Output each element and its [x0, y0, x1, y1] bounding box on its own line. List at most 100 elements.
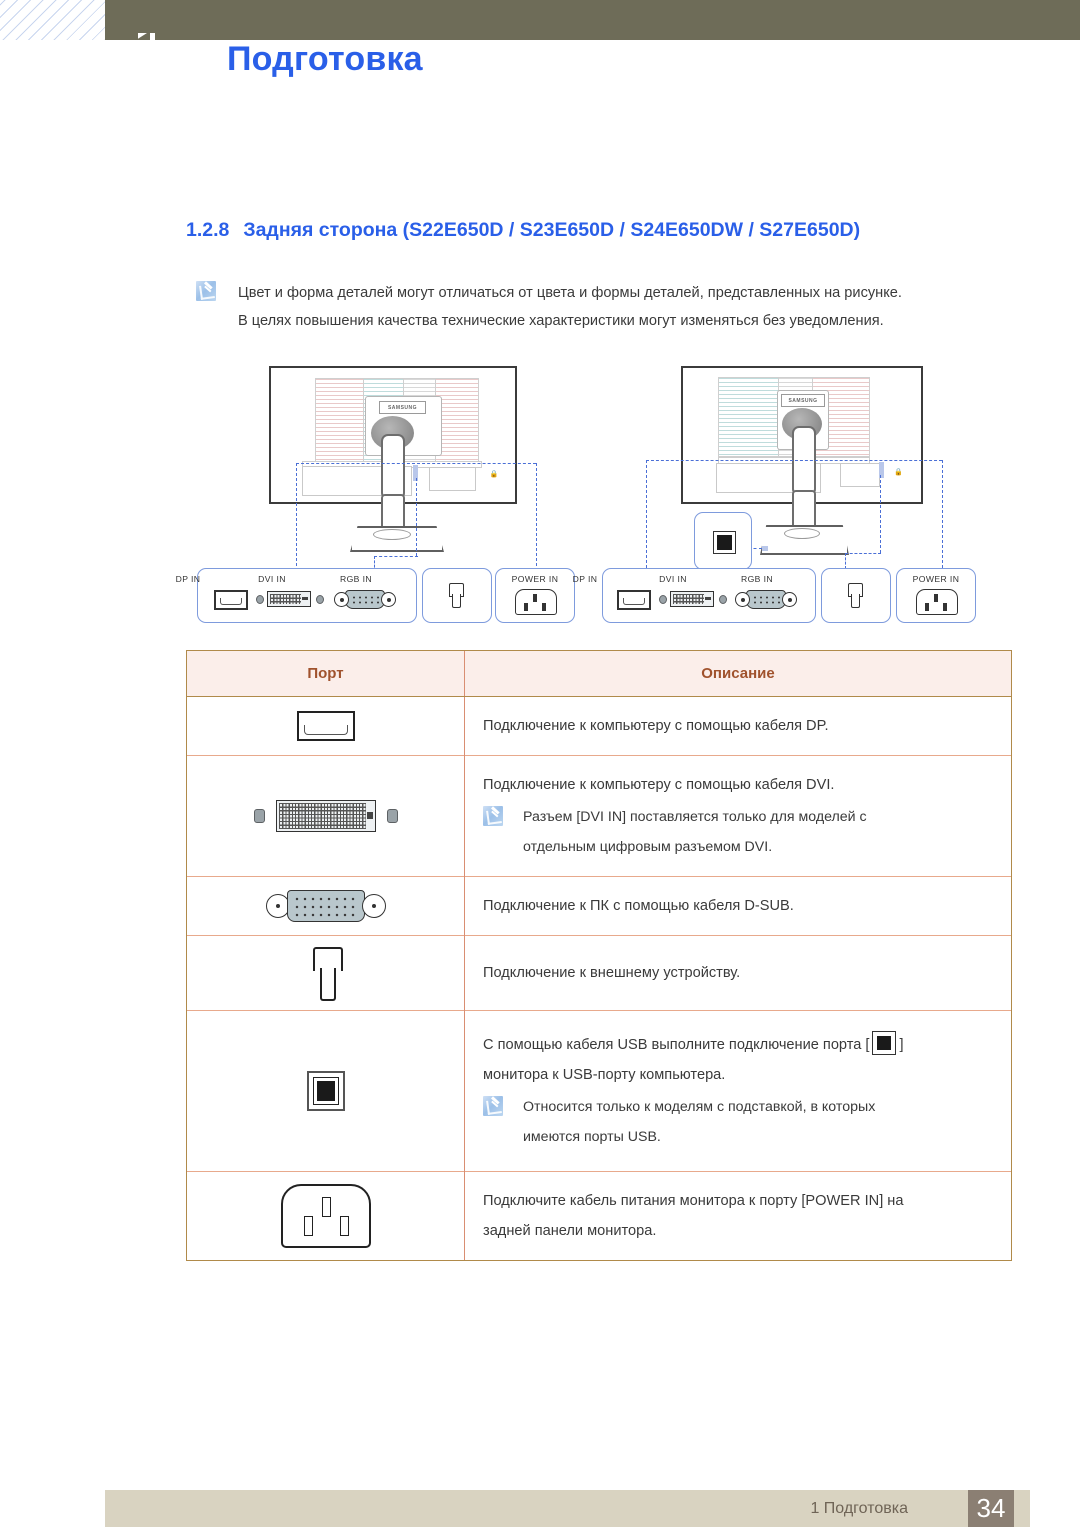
- note-icon: [196, 281, 216, 301]
- row-note-line-2: отдельным цифровым разъемом DVI.: [523, 839, 773, 855]
- vent-r-left: [718, 377, 780, 457]
- row-text-line2: задней панели монитора.: [483, 1223, 657, 1239]
- header-bar: [105, 0, 1080, 33]
- row-note: Относится только к моделям с подставкой,…: [483, 1092, 993, 1152]
- leader-line-headphone-horizontal: [374, 556, 418, 557]
- usb-connector-icon: [713, 531, 736, 554]
- port-icon-cell: [187, 1171, 465, 1260]
- header-bar-lower-left: [105, 33, 138, 40]
- vga-ear-left-icon: [334, 592, 349, 607]
- intro-note-lines: Цвет и форма деталей могут отличаться от…: [238, 279, 902, 335]
- power-in-port-icon: [187, 1173, 464, 1259]
- leader-line-right-headphone-vertical: [880, 475, 881, 553]
- callout-power-right: POWER IN: [896, 568, 976, 623]
- section-heading: 1.2.8 Задняя сторона (S22E650D / S23E650D…: [186, 219, 860, 242]
- header-notch: [136, 33, 150, 40]
- stand-neck-upper-right: [792, 426, 816, 496]
- column-header-port: Порт: [187, 651, 465, 697]
- row-text: Подключение к ПК с помощью кабеля D-SUB.: [483, 898, 794, 914]
- leader-line-right-headphone-drop: [845, 553, 846, 569]
- port-icon-cell: [187, 696, 465, 756]
- vga-ear-right-icon: [381, 592, 396, 607]
- vga-ear-right-icon-right: [782, 592, 797, 607]
- description-cell: Подключение к компьютеру с помощью кабел…: [464, 755, 1011, 877]
- brand-logo-right: SAMSUNG: [781, 394, 825, 407]
- callout-label-power-right: POWER IN: [912, 574, 960, 584]
- lock-marker-icon: 🔒: [490, 470, 497, 479]
- leader-line-headphone-vertical: [416, 478, 417, 556]
- row-text-line1: Подключите кабель питания монитора к пор…: [483, 1193, 904, 1209]
- note-icon: [483, 1096, 503, 1116]
- note-icon: [483, 806, 503, 826]
- dp-connector-icon: [214, 590, 248, 610]
- footer-page-number: 34: [968, 1490, 1014, 1527]
- dp-port-icon: [187, 697, 464, 755]
- dvi-screw-right-icon-right: [719, 595, 727, 604]
- column-header-description: Описание: [464, 651, 1011, 697]
- description-cell: С помощью кабеля USB выполните подключен…: [464, 1010, 1011, 1172]
- leader-line-left-vertical: [296, 463, 297, 571]
- dvi-connector-icon: [267, 591, 311, 607]
- row-note-line-2: имеются порты USB.: [523, 1129, 661, 1145]
- headphone-connector-icon: [452, 594, 461, 608]
- description-cell: Подключение к внешнему устройству.: [464, 935, 1011, 1011]
- row-note-lines: Разъем [DVI IN] поставляется только для …: [523, 802, 867, 862]
- header-stripe-decoration: [0, 0, 108, 40]
- usb-text-after: ]: [899, 1037, 904, 1053]
- leader-line-right-headphone-horizontal: [845, 553, 881, 554]
- leader-line-right-vertical: [646, 460, 647, 568]
- lock-marker-icon-right: 🔒: [894, 469, 903, 476]
- callout-label-rgb-right: RGB IN: [740, 574, 773, 584]
- intro-note-block: Цвет и форма деталей могут отличаться от…: [196, 279, 1016, 335]
- row-text: С помощью кабеля USB выполните подключен…: [483, 1030, 993, 1060]
- callout-right-ports: DP IN DVI IN RGB IN: [573, 568, 816, 623]
- row-note: Разъем [DVI IN] поставляется только для …: [483, 802, 993, 862]
- port-recess-right: [429, 467, 476, 491]
- port-recess-right-right: [840, 463, 880, 487]
- port-description-table: Порт Описание Подключение к компьютеру с…: [186, 650, 1012, 1261]
- row-note-line-1: Разъем [DVI IN] поставляется только для …: [523, 809, 867, 825]
- dvi-connector-icon-right: [670, 591, 714, 607]
- stand-neck-upper: [381, 434, 405, 500]
- table-row: Подключение к компьютеру с помощью кабел…: [187, 755, 1011, 877]
- footer-chapter-label: 1 Подготовка: [810, 1500, 908, 1517]
- leader-line-left-horizontal: [296, 463, 536, 464]
- vga-ear-left-icon-right: [735, 592, 750, 607]
- header-bar-lower-right: [155, 33, 1080, 40]
- usb-port-icon: [187, 1011, 464, 1171]
- power-connector-icon-right: [916, 589, 958, 615]
- row-text: Подключение к внешнему устройству.: [483, 965, 741, 981]
- port-icon-cell: [187, 876, 465, 936]
- stand-base-collar: [373, 529, 411, 540]
- table-row: С помощью кабеля USB выполните подключен…: [187, 1010, 1011, 1172]
- row-note-line-1: Относится только к моделям с подставкой,…: [523, 1099, 876, 1115]
- description-cell: Подключение к компьютеру с помощью кабел…: [465, 697, 1012, 756]
- dvi-screw-right-icon: [316, 595, 324, 604]
- table-row: Подключите кабель питания монитора к пор…: [187, 1171, 1011, 1260]
- row-text: Подключение к компьютеру с помощью кабел…: [483, 718, 829, 734]
- dvi-screw-left-icon: [256, 595, 264, 604]
- row-note-lines: Относится только к моделям с подставкой,…: [523, 1092, 875, 1152]
- inline-usb-icon: [872, 1031, 897, 1055]
- dvi-screw-left-icon-right: [659, 595, 667, 604]
- callout-usb: [694, 512, 752, 570]
- row-text: Подключение к компьютеру с помощью кабел…: [483, 777, 835, 793]
- dp-connector-icon-right: [617, 590, 651, 610]
- stand-base-collar-right: [784, 528, 820, 539]
- vga-connector-icon-right: [746, 590, 786, 609]
- leader-line-right-power-vertical: [942, 460, 943, 568]
- vga-dsub-port-icon: [187, 877, 464, 935]
- section-number: 1.2.8: [186, 219, 230, 241]
- port-icon-cell: [187, 1010, 465, 1172]
- section-title: Задняя сторона (S22E650D / S23E650D / S2…: [243, 219, 861, 241]
- leader-line-right-horizontal: [646, 460, 942, 461]
- vent-left: [315, 378, 365, 462]
- table-row: Подключение к внешнему устройству.: [187, 935, 1011, 1011]
- diagram-area: SAMSUNG 🔒 DP IN DVI IN RGB IN POWER IN S…: [0, 350, 1080, 640]
- brand-logo: SAMSUNG: [379, 401, 426, 414]
- description-cell: Подключение к ПК с помощью кабеля D-SUB.: [464, 876, 1011, 936]
- headphone-port-icon: [187, 936, 464, 1010]
- description-cell: Подключите кабель питания монитора к пор…: [464, 1171, 1011, 1260]
- table-row: Подключение к ПК с помощью кабеля D-SUB.: [187, 876, 1011, 936]
- power-connector-icon: [515, 589, 557, 615]
